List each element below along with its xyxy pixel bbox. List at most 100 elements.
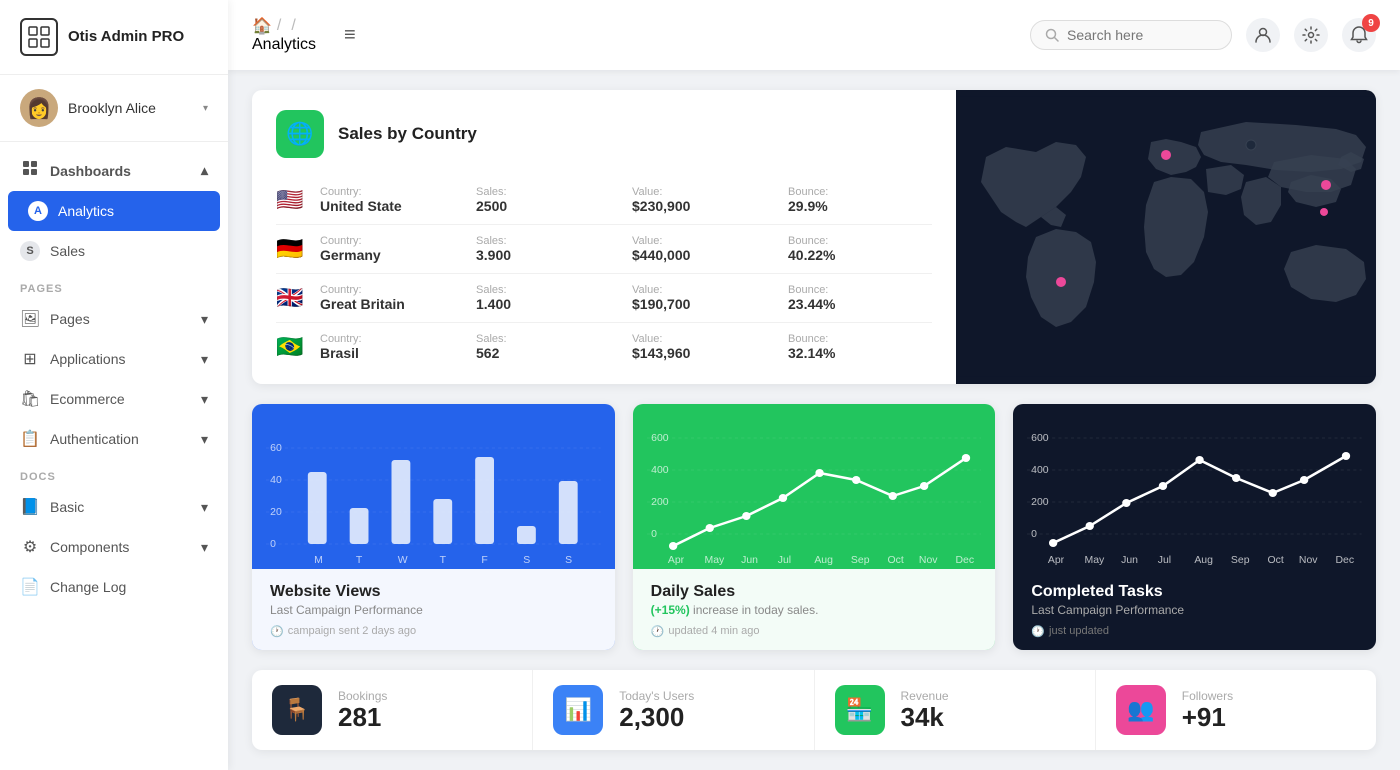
user-profile[interactable]: 👩 Brooklyn Alice ▾ xyxy=(0,75,228,142)
chevron-down-icon: ▾ xyxy=(203,103,208,114)
sales-by-country-card: 🌐 Sales by Country 🇺🇸 Country: United St… xyxy=(252,90,1376,384)
value-col: Value: $143,960 xyxy=(632,333,776,361)
user-name: Brooklyn Alice xyxy=(68,100,193,116)
breadcrumb-sep2: / xyxy=(291,17,295,35)
svg-text:0: 0 xyxy=(651,529,657,540)
stat-value-followers: +91 xyxy=(1182,703,1233,732)
stat-value-bookings: 281 xyxy=(338,703,387,732)
ecommerce-icon: 🛍 xyxy=(20,389,40,409)
sales-row: 🇺🇸 Country: United State Sales: 2500 Val… xyxy=(276,176,932,225)
world-map xyxy=(956,90,1376,384)
stat-label-revenue: Revenue xyxy=(901,689,949,703)
breadcrumb: 🏠 / / Analytics xyxy=(252,16,316,54)
sales-rows-container: 🇺🇸 Country: United State Sales: 2500 Val… xyxy=(276,176,932,371)
stat-icon-today_users: 📊 xyxy=(553,685,603,735)
svg-text:Apr: Apr xyxy=(668,555,685,566)
breadcrumb-trail: 🏠 / / xyxy=(252,16,316,36)
svg-text:F: F xyxy=(481,555,487,566)
home-icon[interactable]: 🏠 xyxy=(252,16,272,36)
website-views-name: Website Views xyxy=(270,583,597,601)
menu-toggle-icon[interactable]: ≡ xyxy=(344,24,356,47)
sidebar-item-components[interactable]: ⚙ Components ▾ xyxy=(0,527,228,567)
settings-icon[interactable] xyxy=(1294,18,1328,52)
svg-text:May: May xyxy=(704,555,725,566)
daily-sales-chart: 600 400 200 0 xyxy=(633,404,996,569)
completed-tasks-subtitle: Last Campaign Performance xyxy=(1031,603,1358,617)
clock-icon-ds: 🕐 xyxy=(651,625,665,638)
stat-item-followers: 👥 Followers +91 xyxy=(1096,670,1376,750)
svg-text:Aug: Aug xyxy=(814,555,833,566)
bounce-col: Bounce: 32.14% xyxy=(788,333,932,361)
completed-tasks-name: Completed Tasks xyxy=(1031,583,1358,601)
sidebar-item-authentication[interactable]: 📋 Authentication ▾ xyxy=(0,419,228,459)
chevron-components-icon: ▾ xyxy=(201,539,208,556)
stat-item-bookings: 🪑 Bookings 281 xyxy=(252,670,533,750)
search-input[interactable] xyxy=(1067,27,1217,43)
docs-section-label: DOCS xyxy=(0,459,228,487)
sidebar-item-applications[interactable]: ⊞ Applications ▾ xyxy=(0,339,228,379)
svg-text:Oct: Oct xyxy=(887,555,903,566)
stat-item-revenue: 🏪 Revenue 34k xyxy=(815,670,1096,750)
svg-text:S: S xyxy=(565,555,572,566)
components-icon: ⚙ xyxy=(20,537,40,557)
svg-text:Jun: Jun xyxy=(741,555,758,566)
bounce-col: Bounce: 29.9% xyxy=(788,186,932,214)
stat-value-today_users: 2,300 xyxy=(619,703,694,732)
sales-row: 🇬🇧 Country: Great Britain Sales: 1.400 V… xyxy=(276,274,932,323)
pages-label: Pages xyxy=(50,311,90,327)
website-views-info: Website Views Last Campaign Performance … xyxy=(252,569,615,650)
daily-sales-card: 600 400 200 0 xyxy=(633,404,996,650)
value-col: Value: $190,700 xyxy=(632,284,776,312)
sales-country-title: Sales by Country xyxy=(338,124,477,144)
content-area: 🌐 Sales by Country 🇺🇸 Country: United St… xyxy=(228,70,1400,770)
svg-text:Dec: Dec xyxy=(1336,555,1355,566)
clock-icon-wv: 🕐 xyxy=(270,625,284,638)
svg-text:400: 400 xyxy=(651,465,669,476)
authentication-label: Authentication xyxy=(50,431,139,447)
bounce-col: Bounce: 40.22% xyxy=(788,235,932,263)
sidebar-item-ecommerce[interactable]: 🛍 Ecommerce ▾ xyxy=(0,379,228,419)
bounce-col: Bounce: 23.44% xyxy=(788,284,932,312)
sidebar-item-basic[interactable]: 📘 Basic ▾ xyxy=(0,487,228,527)
dashboards-icon xyxy=(20,160,40,181)
svg-text:S: S xyxy=(523,555,530,566)
sales-badge: S xyxy=(20,241,40,261)
country-col: Country: United State xyxy=(320,186,464,214)
svg-text:Oct: Oct xyxy=(1268,555,1284,566)
svg-text:Nov: Nov xyxy=(919,555,938,566)
header-right: 9 xyxy=(1030,18,1376,52)
svg-text:0: 0 xyxy=(270,539,276,550)
app-name: Otis Admin PRO xyxy=(68,28,184,46)
basic-icon: 📘 xyxy=(20,497,40,517)
sidebar-item-analytics[interactable]: A Analytics xyxy=(8,191,220,231)
website-views-chart: 60 40 20 0 M T xyxy=(252,404,615,569)
completed-tasks-chart: 600 400 200 0 xyxy=(1013,404,1376,569)
sales-col: Sales: 562 xyxy=(476,333,620,361)
stat-icon-revenue: 🏪 xyxy=(835,685,885,735)
sidebar-item-sales[interactable]: S Sales xyxy=(0,231,228,271)
chevron-auth-icon: ▾ xyxy=(201,431,208,448)
svg-text:Sep: Sep xyxy=(851,555,870,566)
svg-text:Nov: Nov xyxy=(1299,555,1318,566)
sales-row: 🇩🇪 Country: Germany Sales: 3.900 Value: … xyxy=(276,225,932,274)
stat-label-bookings: Bookings xyxy=(338,689,387,703)
website-views-subtitle: Last Campaign Performance xyxy=(270,603,597,617)
sidebar-item-dashboards[interactable]: Dashboards ▴ xyxy=(0,150,228,191)
sales-label: Sales xyxy=(50,243,85,259)
value-col: Value: $440,000 xyxy=(632,235,776,263)
daily-sales-subtitle: (+15%) increase in today sales. xyxy=(651,603,978,617)
charts-row: 60 40 20 0 M T xyxy=(252,404,1376,650)
sidebar-item-pages[interactable]: 🖼 Pages ▾ xyxy=(0,299,228,339)
svg-text:Dec: Dec xyxy=(955,555,974,566)
header: 🏠 / / Analytics ≡ xyxy=(228,0,1400,70)
sidebar-item-changelog[interactable]: 📄 Change Log xyxy=(0,567,228,607)
stat-icon-bookings: 🪑 xyxy=(272,685,322,735)
country-flag: 🇺🇸 xyxy=(276,187,308,213)
search-box[interactable] xyxy=(1030,20,1232,50)
user-icon[interactable] xyxy=(1246,18,1280,52)
notifications-icon[interactable]: 9 xyxy=(1342,18,1376,52)
daily-sales-time: 🕐 updated 4 min ago xyxy=(651,625,978,638)
svg-text:200: 200 xyxy=(1032,497,1050,508)
daily-sales-name: Daily Sales xyxy=(651,583,978,601)
country-flag: 🇧🇷 xyxy=(276,334,308,360)
